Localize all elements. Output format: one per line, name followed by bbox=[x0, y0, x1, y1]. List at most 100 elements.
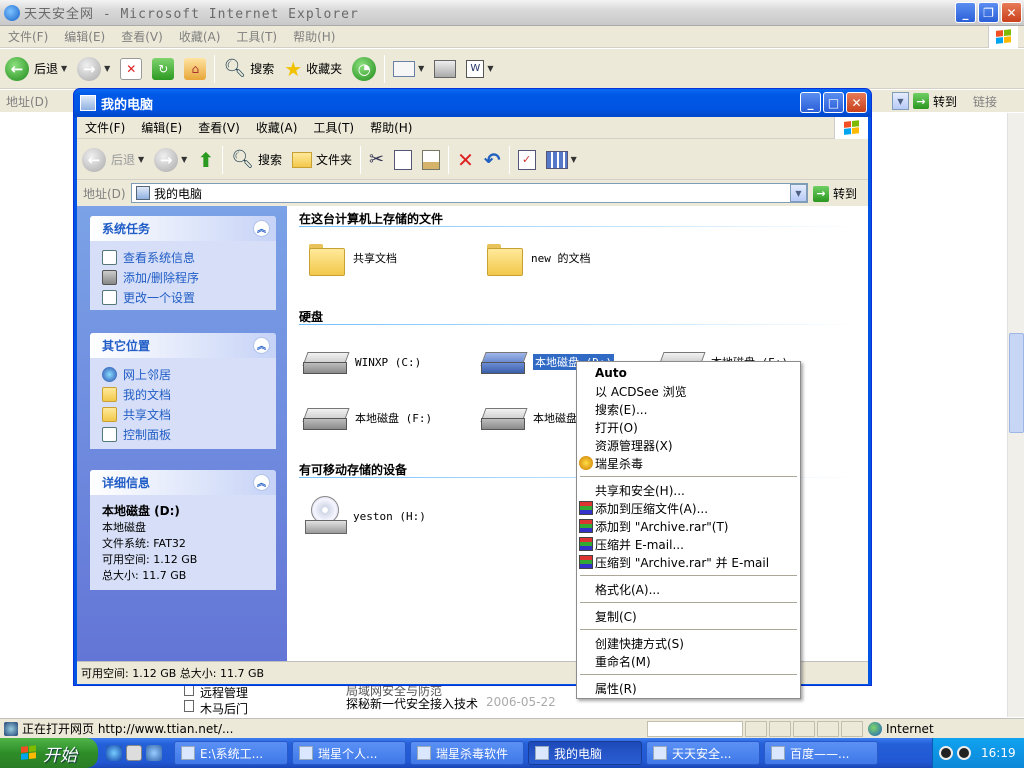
start-button[interactable]: 开始 bbox=[0, 738, 98, 768]
address-dropdown-button[interactable]: ▼ bbox=[790, 184, 807, 202]
cut-button[interactable]: ✂ bbox=[364, 142, 389, 178]
drive-c[interactable]: WINXP (C:) bbox=[303, 350, 421, 374]
drive-f[interactable]: 本地磁盘 (F:) bbox=[303, 406, 432, 430]
menu-tools[interactable]: 工具(T) bbox=[305, 119, 362, 136]
tray-icon[interactable] bbox=[939, 746, 953, 760]
ctx-create-shortcut[interactable]: 创建快捷方式(S) bbox=[577, 634, 800, 652]
address-input[interactable]: 我的电脑 ▼ bbox=[131, 183, 808, 203]
ctx-add-archive-rar[interactable]: 添加到 "Archive.rar"(T) bbox=[577, 517, 800, 535]
menu-file[interactable]: 文件(F) bbox=[77, 119, 133, 136]
ie-menu-edit[interactable]: 编辑(E) bbox=[56, 28, 113, 45]
forward-button[interactable]: → ▼ bbox=[149, 142, 192, 178]
task-change-setting[interactable]: 更改一个设置 bbox=[102, 287, 276, 307]
ie-history-button[interactable]: ◔ bbox=[347, 51, 381, 87]
ie-menu-help[interactable]: 帮助(H) bbox=[285, 28, 343, 45]
ctx-open[interactable]: 打开(O) bbox=[577, 418, 800, 436]
task-my-computer[interactable]: 我的电脑 bbox=[528, 741, 642, 765]
ie-close-button[interactable]: ✕ bbox=[1001, 2, 1022, 23]
views-button[interactable]: ▼ bbox=[541, 142, 582, 178]
task-explorer[interactable]: E:\系统工... bbox=[174, 741, 288, 765]
ie-quicklaunch-icon[interactable] bbox=[106, 745, 122, 761]
system-tasks-header[interactable]: 系统任务 ︽ bbox=[90, 216, 276, 241]
bg-link-trojan[interactable]: 木马后门 bbox=[200, 700, 248, 717]
ie-stop-button[interactable]: ✕ bbox=[115, 51, 147, 87]
ctx-properties[interactable]: 属性(R) bbox=[577, 679, 800, 697]
ie-menu-favorites[interactable]: 收藏(A) bbox=[171, 28, 229, 45]
clock[interactable]: 16:19 bbox=[981, 746, 1016, 760]
task-baidu[interactable]: 百度——... bbox=[764, 741, 878, 765]
place-control-panel[interactable]: 控制面板 bbox=[102, 424, 276, 444]
search-button[interactable]: 🔍︎ 搜索 bbox=[226, 142, 287, 178]
delete-button[interactable]: ✕ bbox=[452, 142, 479, 178]
drive-g[interactable]: 本地磁盘 bbox=[481, 406, 577, 430]
ctx-rising-scan[interactable]: 瑞星杀毒 bbox=[577, 454, 800, 472]
ctx-search[interactable]: 搜索(E)... bbox=[577, 400, 800, 418]
copy-button[interactable] bbox=[389, 142, 417, 178]
ctx-rename[interactable]: 重命名(M) bbox=[577, 652, 800, 670]
ie-print-button[interactable] bbox=[429, 51, 461, 87]
task-add-remove-programs[interactable]: 添加/删除程序 bbox=[102, 267, 276, 287]
bg-article-2[interactable]: 探秘新一代安全接入技术 bbox=[346, 695, 478, 712]
task-rising-personal[interactable]: 瑞星个人... bbox=[292, 741, 406, 765]
ie-search-button[interactable]: 🔍︎ 搜索 bbox=[218, 51, 279, 87]
place-network[interactable]: 网上邻居 bbox=[102, 364, 276, 384]
ctx-explorer[interactable]: 资源管理器(X) bbox=[577, 436, 800, 454]
back-button[interactable]: ← 后退 ▼ bbox=[77, 142, 149, 178]
undo-button[interactable]: ↶ bbox=[479, 142, 506, 178]
desktop-quicklaunch-icon[interactable] bbox=[126, 745, 142, 761]
ie-forward-button[interactable]: → ▼ bbox=[72, 51, 115, 87]
menu-view[interactable]: 查看(V) bbox=[190, 119, 248, 136]
ctx-copy[interactable]: 复制(C) bbox=[577, 607, 800, 625]
details-header[interactable]: 详细信息 ︽ bbox=[90, 470, 276, 495]
ie-back-button[interactable]: ← 后退 ▼ bbox=[0, 51, 72, 87]
item-shared-documents[interactable]: 共享文档 bbox=[307, 242, 397, 276]
up-button[interactable]: ⬆ bbox=[192, 142, 219, 178]
menu-help[interactable]: 帮助(H) bbox=[362, 119, 420, 136]
ie-vertical-scrollbar[interactable] bbox=[1007, 113, 1024, 717]
menu-favorites[interactable]: 收藏(A) bbox=[248, 119, 306, 136]
maximize-button[interactable]: □ bbox=[823, 92, 844, 113]
ie-mail-button[interactable]: ▼ bbox=[388, 51, 429, 87]
ctx-autoplay[interactable]: Auto bbox=[577, 364, 800, 382]
ctx-format[interactable]: 格式化(A)... bbox=[577, 580, 800, 598]
paste-button[interactable] bbox=[417, 142, 445, 178]
star-icon: ★ bbox=[284, 56, 303, 81]
ie-menu-tools[interactable]: 工具(T) bbox=[228, 28, 285, 45]
ie-goto-button[interactable]: 转到 bbox=[933, 93, 957, 110]
ctx-compress-rar-email[interactable]: 压缩到 "Archive.rar" 并 E-mail bbox=[577, 553, 800, 571]
bg-link-remote[interactable]: 远程管理 bbox=[200, 684, 248, 701]
ie-menu-view[interactable]: 查看(V) bbox=[113, 28, 171, 45]
ie-menu-file[interactable]: 文件(F) bbox=[0, 28, 56, 45]
place-my-documents[interactable]: 我的文档 bbox=[102, 384, 276, 404]
ctx-compress-email[interactable]: 压缩并 E-mail... bbox=[577, 535, 800, 553]
other-places-header[interactable]: 其它位置 ︽ bbox=[90, 333, 276, 358]
ie-minimize-button[interactable]: _ bbox=[955, 2, 976, 23]
task-view-system-info[interactable]: 查看系统信息 bbox=[102, 247, 276, 267]
folders-button[interactable]: 文件夹 bbox=[287, 142, 357, 178]
ie-restore-button[interactable]: ❐ bbox=[978, 2, 999, 23]
collapse-icon[interactable]: ︽ bbox=[253, 474, 270, 491]
tray-icon[interactable] bbox=[957, 746, 971, 760]
ie-home-button[interactable]: ⌂ bbox=[179, 51, 211, 87]
ie-links[interactable]: 链接 bbox=[973, 93, 997, 110]
drive-h[interactable]: yeston (H:) bbox=[305, 496, 426, 536]
ie-refresh-button[interactable]: ↻ bbox=[147, 51, 179, 87]
collapse-icon[interactable]: ︽ bbox=[253, 337, 270, 354]
collapse-icon[interactable]: ︽ bbox=[253, 220, 270, 237]
ie-address-dropdown[interactable]: ▼ bbox=[892, 92, 909, 110]
properties-button[interactable]: ✓ bbox=[513, 142, 541, 178]
item-new-documents[interactable]: new 的文档 bbox=[485, 242, 591, 276]
close-button[interactable]: ✕ bbox=[846, 92, 867, 113]
menu-edit[interactable]: 编辑(E) bbox=[133, 119, 190, 136]
goto-button[interactable]: → 转到 bbox=[813, 185, 857, 202]
place-shared-documents[interactable]: 共享文档 bbox=[102, 404, 276, 424]
minimize-button[interactable]: _ bbox=[800, 92, 821, 113]
ie-edit-button[interactable]: W ▼ bbox=[461, 51, 498, 87]
task-ttian[interactable]: 天天安全... bbox=[646, 741, 760, 765]
ctx-sharing[interactable]: 共享和安全(H)... bbox=[577, 481, 800, 499]
ctx-acdsee[interactable]: 以 ACDSee 浏览 bbox=[577, 382, 800, 400]
task-rising-antivirus[interactable]: 瑞星杀毒软件 bbox=[410, 741, 524, 765]
ctx-add-archive[interactable]: 添加到压缩文件(A)... bbox=[577, 499, 800, 517]
ie-favorites-button[interactable]: ★ 收藏夹 bbox=[279, 51, 347, 87]
media-quicklaunch-icon[interactable] bbox=[146, 745, 162, 761]
